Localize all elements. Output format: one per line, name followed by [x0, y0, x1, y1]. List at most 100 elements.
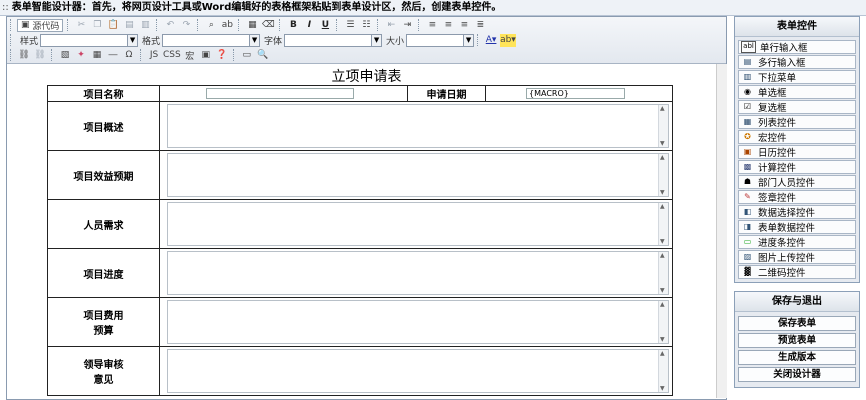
- save-form-button[interactable]: 保存表单: [738, 316, 856, 331]
- benefit-expectation-label: 项目效益预期: [47, 150, 160, 200]
- control-list[interactable]: ▦ 列表控件: [738, 115, 856, 129]
- chevron-down-icon: ▼: [371, 34, 382, 46]
- scroll-up-icon[interactable]: ▲: [660, 252, 665, 259]
- js-button[interactable]: JS: [147, 49, 161, 62]
- calculator-icon: ▩: [743, 162, 752, 171]
- align-justify-icon[interactable]: ≣: [473, 19, 487, 32]
- bullet-list-icon[interactable]: ☷: [359, 19, 373, 32]
- scroll-up-icon[interactable]: ▲: [660, 203, 665, 210]
- project-name-input[interactable]: [206, 88, 354, 99]
- scroll-down-icon[interactable]: ▼: [660, 140, 665, 147]
- copy-icon[interactable]: ❐: [90, 19, 104, 32]
- control-label: 单行输入框: [760, 43, 808, 54]
- maximize-icon[interactable]: ▭: [240, 49, 254, 62]
- scroll-down-icon[interactable]: ▼: [660, 287, 665, 294]
- review-textarea[interactable]: ▲ ▼: [167, 349, 669, 393]
- control-calendar[interactable]: ▣ 日历控件: [738, 145, 856, 159]
- unlink-icon[interactable]: ⛓: [33, 49, 47, 62]
- macro-button[interactable]: 宏: [183, 49, 197, 62]
- paste-text-icon[interactable]: ▤: [122, 19, 136, 32]
- indent-icon[interactable]: ⇥: [400, 19, 414, 32]
- scroll-down-icon[interactable]: ▼: [660, 238, 665, 245]
- preview-form-button[interactable]: 预览表单: [738, 333, 856, 348]
- benefit-expectation-textarea[interactable]: ▲ ▼: [167, 153, 669, 197]
- help-icon[interactable]: ❓: [215, 49, 229, 62]
- apply-date-input[interactable]: {MACRO}: [526, 88, 625, 99]
- control-radio[interactable]: ◉ 单选框: [738, 85, 856, 99]
- control-stamp[interactable]: ✎ 签章控件: [738, 190, 856, 204]
- control-calculator[interactable]: ▩ 计算控件: [738, 160, 856, 174]
- cut-icon[interactable]: ✂: [74, 19, 88, 32]
- project-progress-textarea[interactable]: ▲ ▼: [167, 251, 669, 295]
- paste-icon[interactable]: 📋: [106, 19, 120, 32]
- control-textarea[interactable]: ▤ 多行输入框: [738, 55, 856, 69]
- scroll-up-icon[interactable]: ▲: [660, 105, 665, 112]
- align-left-icon[interactable]: ≡: [425, 19, 439, 32]
- undo-icon[interactable]: ↶: [163, 19, 177, 32]
- control-label: 复选框: [758, 103, 787, 114]
- table-row: 项目效益预期 ▲ ▼: [47, 150, 673, 200]
- outdent-icon[interactable]: ⇤: [384, 19, 398, 32]
- font-select[interactable]: ▼: [284, 33, 383, 47]
- align-right-icon[interactable]: ≡: [457, 19, 471, 32]
- bold-icon[interactable]: B: [286, 19, 300, 32]
- scroll-down-icon[interactable]: ▼: [660, 385, 665, 392]
- control-form-data[interactable]: ◨ 表单数据控件: [738, 220, 856, 234]
- control-progress[interactable]: ▭ 进度条控件: [738, 235, 856, 249]
- generate-version-button[interactable]: 生成版本: [738, 350, 856, 365]
- bg-color-icon[interactable]: ab▾: [500, 33, 516, 47]
- css-button[interactable]: CSS: [163, 49, 181, 62]
- align-center-icon[interactable]: ≡: [441, 19, 455, 32]
- scroll-up-icon[interactable]: ▲: [660, 154, 665, 161]
- document-icon[interactable]: ▣: [199, 49, 213, 62]
- link-icon[interactable]: ⛓: [17, 49, 31, 62]
- control-text-field[interactable]: abl 单行输入框: [738, 40, 856, 54]
- scrollbar[interactable]: ▲ ▼: [658, 105, 668, 147]
- underline-icon[interactable]: U: [318, 19, 332, 32]
- editor-scrollbar[interactable]: [716, 64, 727, 398]
- numbered-list-icon[interactable]: ☰: [343, 19, 357, 32]
- control-department-users[interactable]: ☗ 部门人员控件: [738, 175, 856, 189]
- project-overview-textarea[interactable]: ▲ ▼: [167, 104, 669, 148]
- source-button[interactable]: ▣ 源代码: [17, 18, 64, 32]
- staff-needs-textarea[interactable]: ▲ ▼: [167, 202, 669, 246]
- horizontal-rule-icon[interactable]: ―: [106, 49, 120, 62]
- special-char-icon[interactable]: Ω: [122, 49, 136, 62]
- budget-textarea[interactable]: ▲ ▼: [167, 300, 669, 344]
- toolbar-separator: [336, 19, 339, 31]
- control-qrcode[interactable]: ▓ 二维码控件: [738, 265, 856, 279]
- control-macro[interactable]: ✪ 宏控件: [738, 130, 856, 144]
- scroll-down-icon[interactable]: ▼: [660, 336, 665, 343]
- paste-word-icon[interactable]: ▥: [138, 19, 152, 32]
- scroll-up-icon[interactable]: ▲: [660, 301, 665, 308]
- size-select[interactable]: ▼: [406, 33, 475, 47]
- scrollbar[interactable]: ▲ ▼: [658, 350, 668, 392]
- scroll-down-icon[interactable]: ▼: [660, 189, 665, 196]
- design-area[interactable]: 立项申请表 项目名称 申请日期 {MACRO} 项目概述 ▲ ▼ 项目效益预期 ▲…: [7, 64, 726, 399]
- control-image-upload[interactable]: ▨ 图片上传控件: [738, 250, 856, 264]
- image-icon[interactable]: ▧: [58, 49, 72, 62]
- scrollbar[interactable]: ▲ ▼: [658, 154, 668, 196]
- table-icon[interactable]: ▦: [90, 49, 104, 62]
- scrollbar[interactable]: ▲ ▼: [658, 301, 668, 343]
- scrollbar[interactable]: ▲ ▼: [658, 203, 668, 245]
- scrollbar[interactable]: ▲ ▼: [658, 252, 668, 294]
- close-designer-button[interactable]: 关闭设计器: [738, 367, 856, 382]
- find-icon[interactable]: ⌕: [204, 19, 218, 32]
- control-data-select[interactable]: ◧ 数据选择控件: [738, 205, 856, 219]
- select-all-icon[interactable]: ▦: [245, 19, 259, 32]
- project-progress-label: 项目进度: [47, 248, 160, 298]
- control-checkbox[interactable]: ☑ 复选框: [738, 100, 856, 114]
- flash-icon[interactable]: ✦: [74, 49, 88, 62]
- control-label: 签章控件: [758, 193, 797, 204]
- italic-icon[interactable]: I: [302, 19, 316, 32]
- format-select[interactable]: ▼: [162, 33, 261, 47]
- text-color-icon[interactable]: A▾: [484, 34, 498, 47]
- redo-icon[interactable]: ↷: [179, 19, 193, 32]
- scroll-up-icon[interactable]: ▲: [660, 350, 665, 357]
- style-select[interactable]: ▼: [40, 33, 139, 47]
- replace-icon[interactable]: ab: [220, 19, 234, 32]
- eraser-icon[interactable]: ⌫: [261, 19, 275, 32]
- preview-icon[interactable]: 🔍: [256, 49, 270, 62]
- control-dropdown[interactable]: ▥ 下拉菜单: [738, 70, 856, 84]
